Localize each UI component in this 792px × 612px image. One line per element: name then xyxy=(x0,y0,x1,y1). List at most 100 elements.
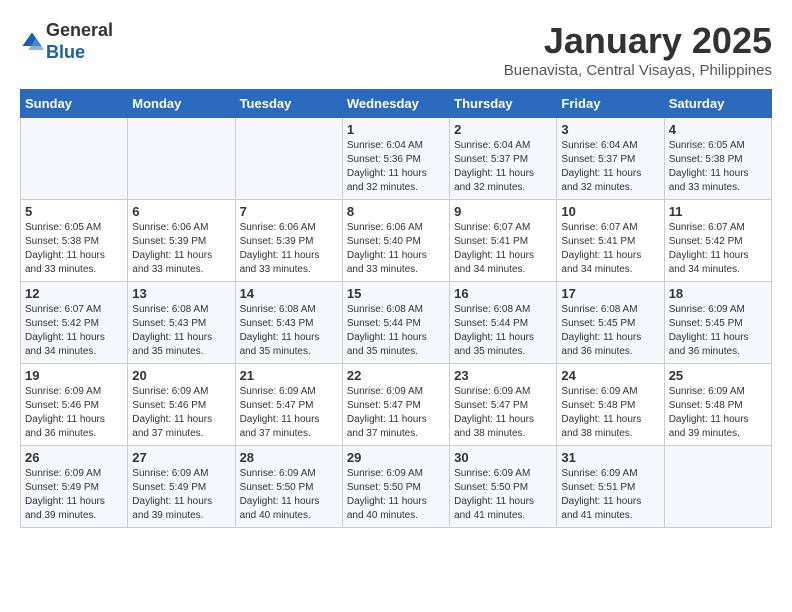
day-number: 19 xyxy=(25,368,123,383)
header-day: Tuesday xyxy=(235,90,342,118)
calendar-cell: 5Sunrise: 6:05 AM Sunset: 5:38 PM Daylig… xyxy=(21,200,128,282)
calendar-body: 1 Sunrise: 6:04 AM Sunset: 5:36 PM Daylig… xyxy=(21,118,772,528)
calendar-cell: 14 Sunrise: 6:08 AM Sunset: 5:43 PM Dayli… xyxy=(235,282,342,364)
logo-general: General xyxy=(46,20,113,40)
calendar-cell: 18 Sunrise: 6:09 AM Sunset: 5:45 PM Dayli… xyxy=(664,282,771,364)
page-header: General Blue January 2025 Buenavista, Ce… xyxy=(20,20,772,79)
calendar-cell: 11Sunrise: 6:07 AM Sunset: 5:42 PM Dayli… xyxy=(664,200,771,282)
calendar-week-row: 12Sunrise: 6:07 AM Sunset: 5:42 PM Dayli… xyxy=(21,282,772,364)
day-number: 26 xyxy=(25,450,123,465)
calendar-cell: 30 Sunrise: 6:09 AM Sunset: 5:50 PM Dayli… xyxy=(450,446,557,528)
day-info: Sunrise: 6:09 AM Sunset: 5:48 PM Dayligh… xyxy=(669,385,767,441)
calendar-cell: 8 Sunrise: 6:06 AM Sunset: 5:40 PM Daylig… xyxy=(342,200,449,282)
calendar-cell: 29 Sunrise: 6:09 AM Sunset: 5:50 PM Dayli… xyxy=(342,446,449,528)
day-number: 6 xyxy=(132,204,230,219)
day-info: Sunrise: 6:08 AM Sunset: 5:44 PM Dayligh… xyxy=(454,303,552,359)
calendar-cell: 22 Sunrise: 6:09 AM Sunset: 5:47 PM Dayli… xyxy=(342,364,449,446)
day-number: 10 xyxy=(561,204,659,219)
header-row: SundayMondayTuesdayWednesdayThursdayFrid… xyxy=(21,90,772,118)
calendar-week-row: 1 Sunrise: 6:04 AM Sunset: 5:36 PM Daylig… xyxy=(21,118,772,200)
day-info: Sunrise: 6:09 AM Sunset: 5:50 PM Dayligh… xyxy=(347,467,445,523)
day-number: 20 xyxy=(132,368,230,383)
day-number: 29 xyxy=(347,450,445,465)
day-number: 25 xyxy=(669,368,767,383)
day-number: 14 xyxy=(240,286,338,301)
calendar-header: SundayMondayTuesdayWednesdayThursdayFrid… xyxy=(21,90,772,118)
day-info: Sunrise: 6:09 AM Sunset: 5:50 PM Dayligh… xyxy=(240,467,338,523)
day-info: Sunrise: 6:08 AM Sunset: 5:43 PM Dayligh… xyxy=(240,303,338,359)
day-number: 1 xyxy=(347,122,445,137)
day-number: 17 xyxy=(561,286,659,301)
day-number: 16 xyxy=(454,286,552,301)
calendar-cell: 25 Sunrise: 6:09 AM Sunset: 5:48 PM Dayli… xyxy=(664,364,771,446)
day-number: 8 xyxy=(347,204,445,219)
day-number: 3 xyxy=(561,122,659,137)
calendar-cell: 3 Sunrise: 6:04 AM Sunset: 5:37 PM Daylig… xyxy=(557,118,664,200)
day-info: Sunrise: 6:07 AM Sunset: 5:41 PM Dayligh… xyxy=(454,221,552,277)
day-number: 15 xyxy=(347,286,445,301)
day-info: Sunrise: 6:04 AM Sunset: 5:36 PM Dayligh… xyxy=(347,139,445,195)
day-info: Sunrise: 6:08 AM Sunset: 5:45 PM Dayligh… xyxy=(561,303,659,359)
day-info: Sunrise: 6:09 AM Sunset: 5:49 PM Dayligh… xyxy=(25,467,123,523)
day-number: 24 xyxy=(561,368,659,383)
day-info: Sunrise: 6:07 AM Sunset: 5:42 PM Dayligh… xyxy=(669,221,767,277)
day-info: Sunrise: 6:09 AM Sunset: 5:45 PM Dayligh… xyxy=(669,303,767,359)
day-info: Sunrise: 6:06 AM Sunset: 5:40 PM Dayligh… xyxy=(347,221,445,277)
day-info: Sunrise: 6:09 AM Sunset: 5:49 PM Dayligh… xyxy=(132,467,230,523)
calendar-cell: 7Sunrise: 6:06 AM Sunset: 5:39 PM Daylig… xyxy=(235,200,342,282)
day-info: Sunrise: 6:09 AM Sunset: 5:51 PM Dayligh… xyxy=(561,467,659,523)
day-number: 5 xyxy=(25,204,123,219)
day-info: Sunrise: 6:06 AM Sunset: 5:39 PM Dayligh… xyxy=(132,221,230,277)
calendar-cell: 23 Sunrise: 6:09 AM Sunset: 5:47 PM Dayli… xyxy=(450,364,557,446)
day-number: 4 xyxy=(669,122,767,137)
day-number: 31 xyxy=(561,450,659,465)
location-subtitle: Buenavista, Central Visayas, Philippines xyxy=(504,62,772,79)
day-info: Sunrise: 6:09 AM Sunset: 5:47 PM Dayligh… xyxy=(454,385,552,441)
calendar-cell: 24 Sunrise: 6:09 AM Sunset: 5:48 PM Dayli… xyxy=(557,364,664,446)
day-info: Sunrise: 6:07 AM Sunset: 5:41 PM Dayligh… xyxy=(561,221,659,277)
calendar-cell: 31 Sunrise: 6:09 AM Sunset: 5:51 PM Dayli… xyxy=(557,446,664,528)
calendar-table: SundayMondayTuesdayWednesdayThursdayFrid… xyxy=(20,89,772,528)
day-number: 30 xyxy=(454,450,552,465)
day-info: Sunrise: 6:05 AM Sunset: 5:38 PM Dayligh… xyxy=(669,139,767,195)
day-number: 23 xyxy=(454,368,552,383)
day-info: Sunrise: 6:09 AM Sunset: 5:48 PM Dayligh… xyxy=(561,385,659,441)
calendar-cell: 19 Sunrise: 6:09 AM Sunset: 5:46 PM Dayli… xyxy=(21,364,128,446)
day-number: 22 xyxy=(347,368,445,383)
header-day: Monday xyxy=(128,90,235,118)
calendar-cell: 1 Sunrise: 6:04 AM Sunset: 5:36 PM Daylig… xyxy=(342,118,449,200)
day-info: Sunrise: 6:09 AM Sunset: 5:47 PM Dayligh… xyxy=(240,385,338,441)
logo-text: General Blue xyxy=(46,20,113,63)
logo-icon xyxy=(20,30,44,54)
day-info: Sunrise: 6:04 AM Sunset: 5:37 PM Dayligh… xyxy=(454,139,552,195)
calendar-cell: 28 Sunrise: 6:09 AM Sunset: 5:50 PM Dayli… xyxy=(235,446,342,528)
day-info: Sunrise: 6:04 AM Sunset: 5:37 PM Dayligh… xyxy=(561,139,659,195)
day-info: Sunrise: 6:08 AM Sunset: 5:43 PM Dayligh… xyxy=(132,303,230,359)
calendar-cell: 2 Sunrise: 6:04 AM Sunset: 5:37 PM Daylig… xyxy=(450,118,557,200)
logo: General Blue xyxy=(20,20,113,63)
calendar-cell xyxy=(21,118,128,200)
day-number: 27 xyxy=(132,450,230,465)
calendar-cell: 10 Sunrise: 6:07 AM Sunset: 5:41 PM Dayli… xyxy=(557,200,664,282)
day-number: 28 xyxy=(240,450,338,465)
day-info: Sunrise: 6:09 AM Sunset: 5:50 PM Dayligh… xyxy=(454,467,552,523)
day-number: 2 xyxy=(454,122,552,137)
day-number: 18 xyxy=(669,286,767,301)
day-info: Sunrise: 6:09 AM Sunset: 5:46 PM Dayligh… xyxy=(25,385,123,441)
calendar-cell: 6 Sunrise: 6:06 AM Sunset: 5:39 PM Daylig… xyxy=(128,200,235,282)
calendar-cell: 21Sunrise: 6:09 AM Sunset: 5:47 PM Dayli… xyxy=(235,364,342,446)
day-info: Sunrise: 6:09 AM Sunset: 5:46 PM Dayligh… xyxy=(132,385,230,441)
calendar-cell: 13 Sunrise: 6:08 AM Sunset: 5:43 PM Dayli… xyxy=(128,282,235,364)
day-info: Sunrise: 6:06 AM Sunset: 5:39 PM Dayligh… xyxy=(240,221,338,277)
calendar-week-row: 5Sunrise: 6:05 AM Sunset: 5:38 PM Daylig… xyxy=(21,200,772,282)
calendar-cell: 16 Sunrise: 6:08 AM Sunset: 5:44 PM Dayli… xyxy=(450,282,557,364)
calendar-cell: 9 Sunrise: 6:07 AM Sunset: 5:41 PM Daylig… xyxy=(450,200,557,282)
day-number: 9 xyxy=(454,204,552,219)
calendar-week-row: 19 Sunrise: 6:09 AM Sunset: 5:46 PM Dayli… xyxy=(21,364,772,446)
day-info: Sunrise: 6:08 AM Sunset: 5:44 PM Dayligh… xyxy=(347,303,445,359)
calendar-cell xyxy=(128,118,235,200)
header-day: Saturday xyxy=(664,90,771,118)
day-info: Sunrise: 6:09 AM Sunset: 5:47 PM Dayligh… xyxy=(347,385,445,441)
title-block: January 2025 Buenavista, Central Visayas… xyxy=(504,20,772,79)
day-number: 13 xyxy=(132,286,230,301)
